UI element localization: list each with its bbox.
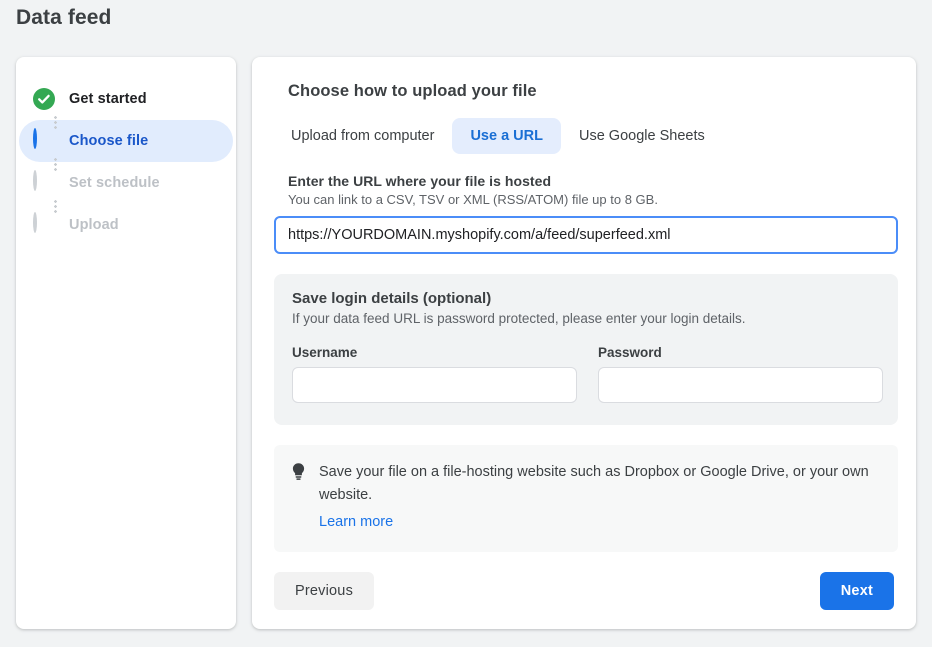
step-connector-2 xyxy=(54,157,57,171)
main-card: Choose how to upload your file Upload fr… xyxy=(252,57,916,629)
previous-button[interactable]: Previous xyxy=(274,572,375,610)
step-connector-3 xyxy=(54,199,57,213)
empty-circle-icon xyxy=(33,170,55,194)
main-heading: Choose how to upload your file xyxy=(288,82,537,100)
login-panel-title: Save login details (optional) xyxy=(292,290,492,307)
learn-more-link[interactable]: Learn more xyxy=(319,511,393,534)
wizard-footer: Previous Next xyxy=(274,572,894,610)
upload-method-tabs: Upload from computer Use a URL Use Googl… xyxy=(273,118,895,154)
check-circle-icon xyxy=(33,88,55,110)
url-field-label: Enter the URL where your file is hosted xyxy=(288,173,552,189)
tab-use-a-url[interactable]: Use a URL xyxy=(452,118,561,154)
sidebar-item-label: Get started xyxy=(69,91,147,107)
tip-text: Save your file on a file-hosting website… xyxy=(319,464,869,503)
step-connector-1 xyxy=(54,115,57,129)
username-label: Username xyxy=(292,345,358,360)
username-field-group: Username xyxy=(292,345,577,403)
tab-upload-from-computer[interactable]: Upload from computer xyxy=(273,118,452,154)
credentials-row: Username Password xyxy=(292,345,883,403)
tip-text-wrapper: Save your file on a file-hosting website… xyxy=(319,461,880,534)
stepper-card: Get started Choose file Set schedule Upl… xyxy=(16,57,236,629)
sidebar-item-label: Choose file xyxy=(69,133,149,149)
sidebar-item-upload[interactable]: Upload xyxy=(19,204,233,246)
lightbulb-icon xyxy=(290,462,310,534)
login-panel-subtitle: If your data feed URL is password protec… xyxy=(292,311,746,326)
tab-use-google-sheets[interactable]: Use Google Sheets xyxy=(561,118,723,154)
empty-circle-icon xyxy=(33,212,55,236)
username-input[interactable] xyxy=(292,367,577,403)
stepper-list: Get started Choose file Set schedule Upl… xyxy=(16,57,236,246)
page-layout: Get started Choose file Set schedule Upl… xyxy=(16,57,916,629)
half-circle-icon xyxy=(33,128,55,152)
next-button[interactable]: Next xyxy=(819,572,894,610)
url-input[interactable] xyxy=(274,216,898,254)
login-details-panel: Save login details (optional) If your da… xyxy=(274,274,898,425)
page-title: Data feed xyxy=(16,6,112,29)
sidebar-item-label: Set schedule xyxy=(69,175,160,191)
sidebar-item-choose-file[interactable]: Choose file xyxy=(19,120,233,162)
password-input[interactable] xyxy=(598,367,883,403)
sidebar-item-get-started[interactable]: Get started xyxy=(19,78,233,120)
sidebar-item-set-schedule[interactable]: Set schedule xyxy=(19,162,233,204)
password-field-group: Password xyxy=(598,345,883,403)
url-field-hint: You can link to a CSV, TSV or XML (RSS/A… xyxy=(288,192,658,207)
sidebar-item-label: Upload xyxy=(69,217,119,233)
password-label: Password xyxy=(598,345,662,360)
tip-panel: Save your file on a file-hosting website… xyxy=(274,445,898,552)
